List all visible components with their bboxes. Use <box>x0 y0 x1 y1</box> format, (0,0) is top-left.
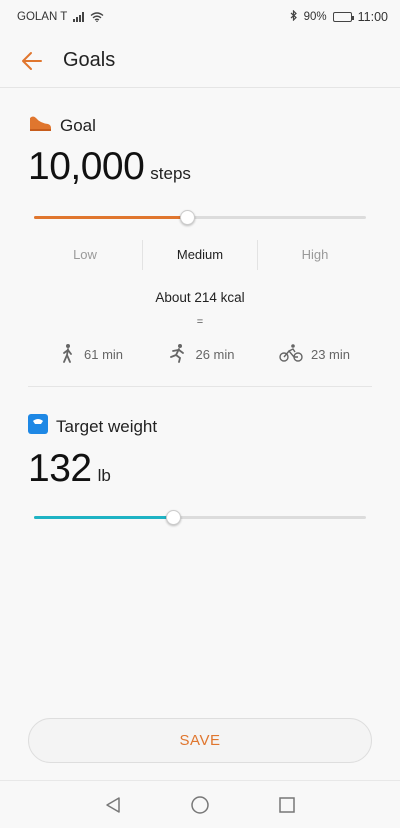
weight-slider-fill <box>34 516 174 519</box>
goal-header: Goal <box>28 114 373 137</box>
activity-equivalents: 61 min 26 min 23 min <box>60 343 350 366</box>
status-left: GOLAN T <box>17 11 104 23</box>
activity-run: 26 min <box>167 343 235 366</box>
walk-duration: 61 min <box>84 347 124 362</box>
level-low[interactable]: Low <box>28 240 142 270</box>
back-arrow-icon[interactable] <box>20 49 44 73</box>
home-nav-icon[interactable] <box>188 793 212 817</box>
walk-icon <box>60 343 76 366</box>
clock: 11:00 <box>357 10 388 24</box>
section-divider <box>28 386 372 387</box>
bluetooth-icon <box>290 9 298 24</box>
level-medium[interactable]: Medium <box>142 240 257 270</box>
goal-slider-fill <box>34 216 187 219</box>
target-weight-header: Target weight <box>28 414 373 439</box>
run-icon <box>167 343 187 366</box>
carrier-label: GOLAN T <box>17 11 68 23</box>
save-button[interactable]: SAVE <box>28 718 372 763</box>
weight-value: 132 <box>28 447 92 490</box>
shoe-icon <box>28 114 52 137</box>
goal-slider-thumb[interactable] <box>179 210 195 225</box>
scale-icon <box>28 414 48 439</box>
app-header: Goals <box>0 34 400 88</box>
target-weight-section: Target weight 132 lb <box>28 414 373 491</box>
equals-sign: = <box>196 316 204 328</box>
run-duration: 26 min <box>195 347 235 362</box>
goal-section: Goal 10,000 steps <box>28 114 373 189</box>
bike-icon <box>279 343 303 366</box>
goal-slider[interactable] <box>34 207 366 227</box>
weight-slider-thumb[interactable] <box>166 510 182 525</box>
goal-levels: Low Medium High <box>28 240 372 270</box>
goal-value-row: 10,000 steps <box>28 145 373 189</box>
weight-slider[interactable] <box>34 507 366 527</box>
recents-nav-icon[interactable] <box>275 793 299 817</box>
goal-label: Goal <box>60 115 96 135</box>
system-nav-bar <box>0 780 400 828</box>
wifi-icon <box>90 12 104 22</box>
battery-percent: 90% <box>303 11 327 23</box>
activity-bike: 23 min <box>279 343 350 366</box>
weight-unit: lb <box>97 466 111 485</box>
goal-unit: steps <box>150 164 191 183</box>
signal-icon <box>73 12 85 22</box>
status-bar: GOLAN T 90% 11:00 <box>0 0 400 34</box>
kcal-estimate: About 214 kcal <box>155 290 245 305</box>
status-right: 90% 11:00 <box>290 9 388 24</box>
bike-duration: 23 min <box>310 347 350 362</box>
back-nav-icon[interactable] <box>101 793 125 817</box>
page-title: Goals <box>63 49 116 71</box>
level-high[interactable]: High <box>257 240 372 270</box>
battery-icon <box>332 12 354 22</box>
target-weight-label: Target weight <box>56 416 158 436</box>
activity-walk: 61 min <box>60 343 123 366</box>
weight-value-row: 132 lb <box>28 447 373 491</box>
goal-value: 10,000 <box>28 145 145 188</box>
